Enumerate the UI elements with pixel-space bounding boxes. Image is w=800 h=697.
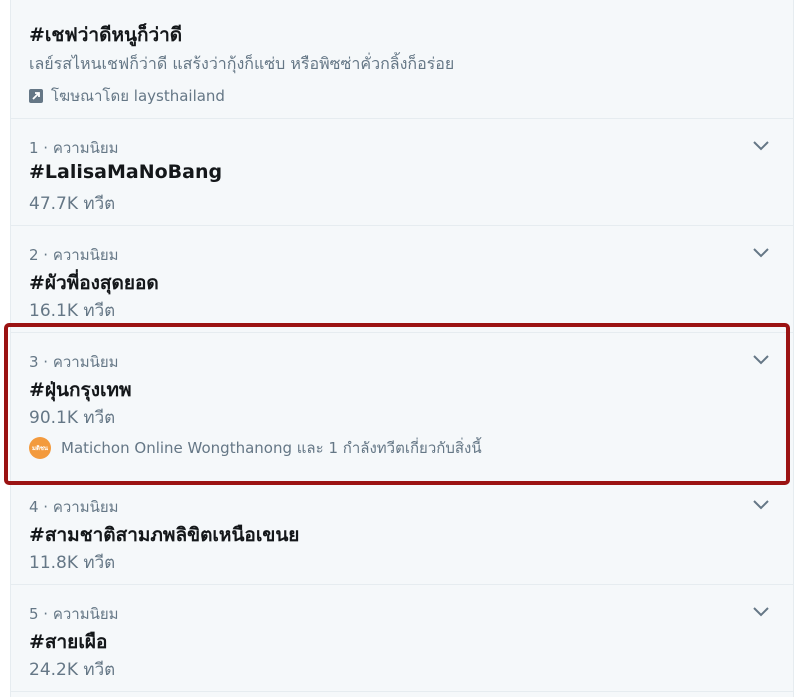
promoted-topic[interactable]: #เชฟว่าดีหนูก็ว่าดี: [29, 20, 182, 50]
trend-item[interactable]: 4 · ความนิยม #สามชาติสามภพลิขิตเหนือเขนย…: [11, 485, 793, 585]
chevron-down-icon[interactable]: [751, 494, 771, 514]
trend-count: 90.1K ทวีต: [29, 408, 116, 428]
trend-item[interactable]: 3 · ความนิยม #ฝุ่นกรุงเทพ 90.1K ทวีต มติ…: [11, 333, 793, 485]
promoted-arrow-icon: [29, 89, 43, 103]
promoted-trend[interactable]: #เชฟว่าดีหนูก็ว่าดี เลย์รสไหนเชฟก็ว่าดี …: [11, 0, 793, 119]
trend-count: 11.8K ทวีต: [29, 553, 116, 573]
avatar: มติชน: [29, 437, 51, 459]
trend-item[interactable]: 1 · ความนิยม #LalisaMaNoBang 47.7K ทวีต: [11, 119, 793, 226]
trend-topic[interactable]: #สายเผือ: [29, 627, 107, 657]
trend-meta: 3 · ความนิยม: [29, 353, 119, 371]
trend-topic[interactable]: #สามชาติสามภพลิขิตเหนือเขนย: [29, 520, 299, 550]
chevron-down-icon[interactable]: [751, 242, 771, 262]
trends-panel: #เชฟว่าดีหนูก็ว่าดี เลย์รสไหนเชฟก็ว่าดี …: [10, 0, 794, 697]
trend-meta: 5 · ความนิยม: [29, 605, 119, 623]
mentions-text: Matichon Online Wongthanong และ 1 กำลังท…: [61, 439, 482, 457]
trend-mentions[interactable]: มติชน Matichon Online Wongthanong และ 1 …: [29, 436, 482, 460]
trend-meta: 4 · ความนิยม: [29, 498, 119, 516]
trend-count: 47.7K ทวีต: [29, 194, 116, 214]
trend-topic[interactable]: #LalisaMaNoBang: [29, 161, 222, 183]
trend-count: 24.2K ทวีต: [29, 660, 116, 680]
chevron-down-icon[interactable]: [751, 349, 771, 369]
avatar-label: มติชน: [31, 445, 49, 452]
chevron-down-icon[interactable]: [751, 135, 771, 155]
chevron-down-icon[interactable]: [751, 601, 771, 621]
trend-item[interactable]: 5 · ความนิยม #สายเผือ 24.2K ทวีต: [11, 585, 793, 692]
trend-count: 16.1K ทวีต: [29, 301, 116, 321]
trend-meta: 2 · ความนิยม: [29, 246, 119, 264]
promoted-by: โฆษณาโดย laysthailand: [29, 84, 225, 108]
promoted-description: เลย์รสไหนเชฟก็ว่าดี แสร้งว่ากุ้งก็แซ่บ ห…: [29, 54, 455, 73]
trend-meta: 1 · ความนิยม: [29, 139, 119, 157]
trend-item[interactable]: 2 · ความนิยม #ผัวพี่องสุดยอด 16.1K ทวีต: [11, 226, 793, 333]
trend-topic[interactable]: #ฝุ่นกรุงเทพ: [29, 375, 132, 405]
promoted-by-label: โฆษณาโดย laysthailand: [51, 87, 225, 105]
trend-topic[interactable]: #ผัวพี่องสุดยอด: [29, 268, 159, 298]
